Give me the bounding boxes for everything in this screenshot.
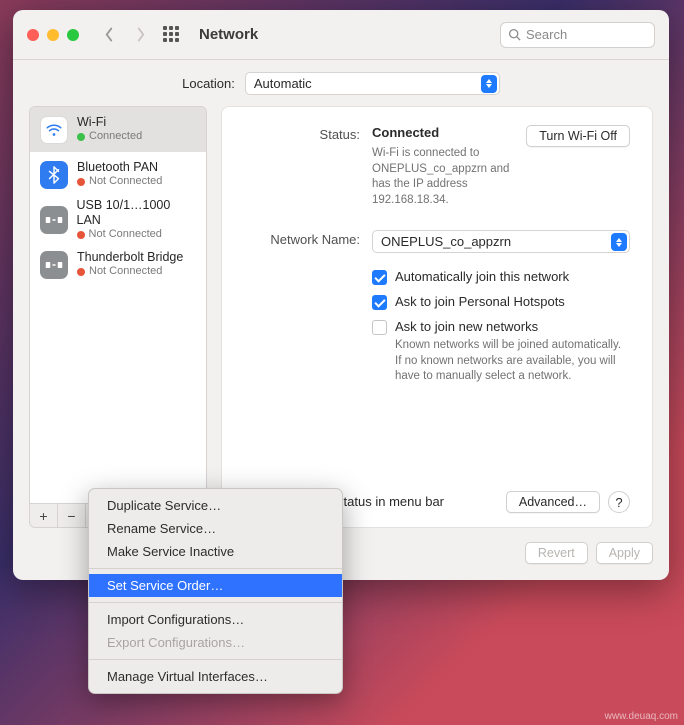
service-status: Not Connected (89, 175, 162, 188)
sidebar-item-bluetooth[interactable]: Bluetooth PAN Not Connected (30, 152, 206, 197)
menu-rename-service[interactable]: Rename Service… (89, 517, 342, 540)
location-row: Location: Automatic (13, 60, 669, 106)
close-icon[interactable] (27, 29, 39, 41)
checkbox-on-icon (372, 295, 387, 310)
ethernet-icon (40, 206, 68, 234)
window-traffic-lights (27, 29, 79, 41)
network-name-label: Network Name: (244, 230, 360, 247)
turn-wifi-off-button[interactable]: Turn Wi-Fi Off (526, 125, 630, 147)
page-title: Network (199, 26, 258, 43)
service-name: Thunderbolt Bridge (77, 250, 183, 265)
service-actions-menu: Duplicate Service… Rename Service… Make … (88, 488, 343, 694)
menu-make-inactive[interactable]: Make Service Inactive (89, 540, 342, 563)
apply-button[interactable]: Apply (596, 542, 653, 564)
ethernet-icon (40, 251, 68, 279)
service-name: Bluetooth PAN (77, 160, 162, 175)
location-select[interactable]: Automatic (245, 72, 500, 95)
status-value: Connected (372, 125, 514, 140)
service-name: USB 10/1…1000 LAN (77, 198, 196, 228)
revert-button[interactable]: Revert (525, 542, 588, 564)
add-service-button[interactable]: + (30, 504, 58, 527)
status-dot-icon (77, 268, 85, 276)
sidebar-item-usb-lan[interactable]: USB 10/1…1000 LAN Not Connected (30, 197, 206, 242)
auto-join-label: Automatically join this network (395, 269, 569, 284)
status-dot-icon (77, 178, 85, 186)
network-name-value: ONEPLUS_co_appzrn (381, 234, 511, 249)
service-sidebar: Wi-Fi Connected Bluetooth PAN Not Connec… (29, 106, 207, 528)
menu-divider (89, 602, 342, 603)
forward-button[interactable] (129, 22, 153, 48)
advanced-button[interactable]: Advanced… (506, 491, 600, 513)
bluetooth-icon (40, 161, 68, 189)
sidebar-item-thunderbolt[interactable]: Thunderbolt Bridge Not Connected (30, 242, 206, 287)
titlebar: Network Search (13, 10, 669, 60)
auto-join-checkbox[interactable]: Automatically join this network (372, 269, 630, 285)
status-dot-icon (77, 231, 85, 239)
minimize-icon[interactable] (47, 29, 59, 41)
menu-duplicate-service[interactable]: Duplicate Service… (89, 494, 342, 517)
ask-new-checkbox[interactable]: Ask to join new networks Known networks … (372, 319, 630, 385)
menu-divider (89, 568, 342, 569)
status-detail: Wi-Fi is connected to ONEPLUS_co_appzrn … (372, 146, 514, 208)
menu-set-service-order[interactable]: Set Service Order… (89, 574, 342, 597)
show-all-icon[interactable] (163, 26, 181, 44)
help-button[interactable]: ? (608, 491, 630, 513)
chevron-updown-icon (481, 75, 497, 93)
ask-hotspots-label: Ask to join Personal Hotspots (395, 294, 565, 309)
menu-export-config: Export Configurations… (89, 631, 342, 654)
checkbox-on-icon (372, 270, 387, 285)
service-list[interactable]: Wi-Fi Connected Bluetooth PAN Not Connec… (29, 106, 207, 504)
zoom-icon[interactable] (67, 29, 79, 41)
back-button[interactable] (97, 22, 121, 48)
watermark: www.deuaq.com (605, 711, 678, 722)
network-name-select[interactable]: ONEPLUS_co_appzrn (372, 230, 630, 253)
service-name: Wi-Fi (77, 115, 142, 130)
service-status: Not Connected (89, 228, 162, 241)
status-label: Status: (244, 125, 360, 142)
service-status: Not Connected (89, 265, 162, 278)
ask-new-label: Ask to join new networks (395, 319, 630, 334)
search-placeholder: Search (526, 27, 567, 42)
service-status: Connected (89, 130, 142, 143)
checkbox-off-icon (372, 320, 387, 335)
ask-new-detail: Known networks will be joined automatica… (395, 338, 630, 385)
menu-divider (89, 659, 342, 660)
remove-service-button[interactable]: − (58, 504, 86, 527)
menu-manage-virtual[interactable]: Manage Virtual Interfaces… (89, 665, 342, 688)
ask-hotspots-checkbox[interactable]: Ask to join Personal Hotspots (372, 294, 630, 310)
detail-panel: Status: Connected Wi-Fi is connected to … (221, 106, 653, 528)
chevron-updown-icon (611, 233, 627, 251)
menu-import-config[interactable]: Import Configurations… (89, 608, 342, 631)
location-value: Automatic (254, 76, 312, 91)
sidebar-item-wifi[interactable]: Wi-Fi Connected (30, 107, 206, 152)
wifi-icon (40, 116, 68, 144)
search-input[interactable]: Search (500, 22, 655, 48)
search-icon (508, 28, 521, 41)
location-label: Location: (182, 76, 235, 91)
status-dot-icon (77, 133, 85, 141)
